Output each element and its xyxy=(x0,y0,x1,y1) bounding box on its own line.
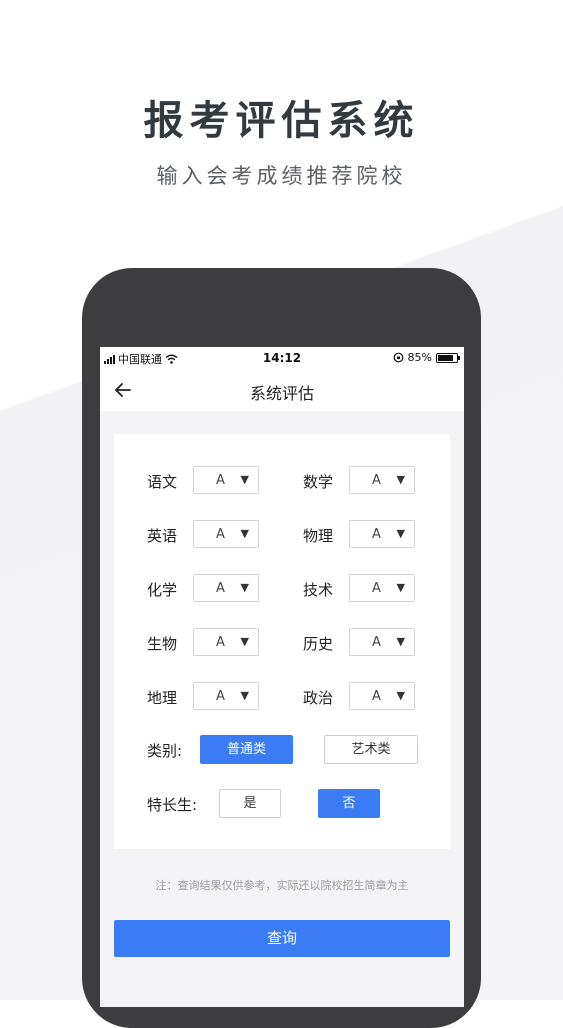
grade-select[interactable]: A ▼ xyxy=(349,574,415,602)
dropdown-arrow-icon: ▼ xyxy=(396,635,405,648)
grade-value: A xyxy=(216,527,225,542)
score-form-card: 语文 A ▼ 数学 A ▼ 英语 A ▼ 物理 A ▼ 化学 A ▼ 技术 A … xyxy=(114,434,450,849)
battery-fill xyxy=(438,354,454,361)
grade-select[interactable]: A ▼ xyxy=(193,628,259,656)
subject-label: 语文 xyxy=(147,473,178,491)
dropdown-arrow-icon: ▼ xyxy=(396,527,405,540)
category-option-regular[interactable]: 普通类 xyxy=(200,735,293,764)
dropdown-arrow-icon: ▼ xyxy=(240,473,249,486)
dropdown-arrow-icon: ▼ xyxy=(396,473,405,486)
promo-subtitle: 输入会考成绩推荐院校 xyxy=(156,164,407,188)
promo-title: 报考评估系统 xyxy=(143,97,420,144)
subject-label: 地理 xyxy=(147,689,178,707)
grade-select[interactable]: A ▼ xyxy=(349,682,415,710)
query-button[interactable]: 查询 xyxy=(114,920,450,957)
specialty-option-yes[interactable]: 是 xyxy=(219,789,281,818)
status-right: 85% xyxy=(393,351,460,364)
grade-value: A xyxy=(216,635,225,650)
orientation-lock-icon xyxy=(393,352,403,363)
subject-label: 技术 xyxy=(303,581,334,599)
subject-label: 物理 xyxy=(303,527,334,545)
grade-select[interactable]: A ▼ xyxy=(193,466,259,494)
dropdown-arrow-icon: ▼ xyxy=(396,581,405,594)
dropdown-arrow-icon: ▼ xyxy=(240,689,249,702)
subject-label: 生物 xyxy=(147,635,178,653)
subject-label: 数学 xyxy=(303,473,334,491)
category-label: 类别: xyxy=(147,742,183,760)
dropdown-arrow-icon: ▼ xyxy=(396,689,405,702)
subject-row: 化学 A ▼ 技术 A ▼ xyxy=(114,574,450,604)
grade-value: A xyxy=(372,581,381,596)
grade-value: A xyxy=(216,473,225,488)
status-bar: 中国联通 14:12 85% xyxy=(100,347,464,369)
grade-value: A xyxy=(216,581,225,596)
category-row: 类别: 普通类 艺术类 xyxy=(114,735,450,765)
grade-value: A xyxy=(216,689,225,704)
grade-select[interactable]: A ▼ xyxy=(349,466,415,494)
phone-screen: 中国联通 14:12 85% 系统评估 语文 A ▼ 数学 A ▼ 英语 A ▼… xyxy=(100,347,464,1007)
dropdown-arrow-icon: ▼ xyxy=(240,635,249,648)
nav-title: 系统评估 xyxy=(249,384,314,403)
grade-value: A xyxy=(372,473,381,488)
grade-select[interactable]: A ▼ xyxy=(349,628,415,656)
battery-icon xyxy=(436,352,460,363)
subject-row: 生物 A ▼ 历史 A ▼ xyxy=(114,628,450,658)
subject-label: 化学 xyxy=(147,581,178,599)
dropdown-arrow-icon: ▼ xyxy=(240,527,249,540)
grade-select[interactable]: A ▼ xyxy=(349,520,415,548)
specialty-row: 特长生: 是 否 xyxy=(114,789,450,819)
subject-row: 语文 A ▼ 数学 A ▼ xyxy=(114,466,450,496)
category-option-art[interactable]: 艺术类 xyxy=(324,735,418,764)
grade-value: A xyxy=(372,689,381,704)
grade-select[interactable]: A ▼ xyxy=(193,574,259,602)
dropdown-arrow-icon: ▼ xyxy=(240,581,249,594)
battery-percent: 85% xyxy=(407,351,432,364)
specialty-option-no[interactable]: 否 xyxy=(318,789,380,818)
grade-value: A xyxy=(372,527,381,542)
subject-row: 英语 A ▼ 物理 A ▼ xyxy=(114,520,450,550)
subject-label: 政治 xyxy=(303,689,334,707)
nav-bar: 系统评估 xyxy=(100,369,464,411)
subject-row: 地理 A ▼ 政治 A ▼ xyxy=(114,682,450,712)
grade-select[interactable]: A ▼ xyxy=(193,520,259,548)
disclaimer-note: 注：查询结果仅供参考，实际还以院校招生简章为主 xyxy=(155,879,409,892)
specialty-label: 特长生: xyxy=(147,796,198,814)
subject-label: 英语 xyxy=(147,527,178,545)
subject-label: 历史 xyxy=(303,635,334,653)
grade-value: A xyxy=(372,635,381,650)
grade-select[interactable]: A ▼ xyxy=(193,682,259,710)
